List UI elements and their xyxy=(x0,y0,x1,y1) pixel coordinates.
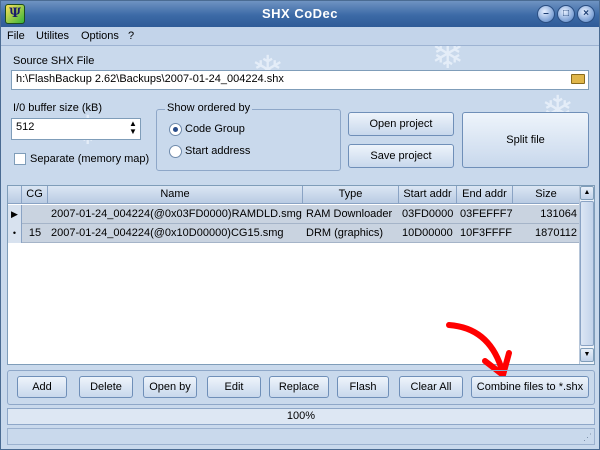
cell-cg: 15 xyxy=(28,227,42,239)
buffer-size-label: I/0 buffer size (kB) xyxy=(13,102,103,114)
buffer-size-spinner[interactable]: 512 ▲ ▼ xyxy=(11,118,141,140)
window-title: SHX CoDec xyxy=(261,6,339,21)
menu-bar: File Utilites Options ? xyxy=(1,27,599,46)
menu-utilites[interactable]: Utilites xyxy=(36,30,69,42)
buffer-size-value: 512 xyxy=(16,121,35,133)
radio-start-address-label: Start address xyxy=(185,145,251,157)
maximize-icon: □ xyxy=(562,8,570,19)
header-size[interactable]: Size xyxy=(513,186,580,204)
main-window: ❄ ❄ ❄ ❄ Ψ SHX CoDec – □ × File Utilites … xyxy=(0,0,600,450)
cell-size: 1870112 xyxy=(534,227,577,239)
row-marker-icon: • xyxy=(8,224,22,243)
flash-button[interactable]: Flash xyxy=(337,376,389,398)
cell-cg xyxy=(22,205,48,224)
edit-button[interactable]: Edit xyxy=(207,376,261,398)
header-indicator xyxy=(8,186,22,204)
radio-start-address[interactable] xyxy=(169,145,182,158)
scroll-thumb[interactable] xyxy=(580,201,594,346)
vertical-scrollbar[interactable]: ▲ ▼ xyxy=(579,186,594,364)
cell-start-addr: 10D00000 xyxy=(402,227,453,239)
radio-code-group-label: Code Group xyxy=(185,123,245,135)
cell-size: 131064 xyxy=(540,208,577,220)
source-file-path: h:\FlashBackup 2.62\Backups\2007-01-24_0… xyxy=(16,73,284,85)
header-type[interactable]: Type xyxy=(303,186,399,204)
resize-grip-icon[interactable]: ⋰ xyxy=(583,432,592,443)
source-file-input[interactable]: h:\FlashBackup 2.62\Backups\2007-01-24_0… xyxy=(11,70,589,90)
order-group-caption: Show ordered by xyxy=(165,102,253,114)
scroll-down-icon[interactable]: ▼ xyxy=(580,348,594,362)
cell-type: DRM (graphics) xyxy=(306,227,384,239)
source-file-label: Source SHX File xyxy=(13,55,95,67)
menu-options[interactable]: Options xyxy=(81,30,119,42)
close-icon: × xyxy=(583,8,589,19)
order-groupbox xyxy=(156,109,341,171)
separate-checkbox[interactable] xyxy=(14,153,26,165)
cell-name: 2007-01-24_004224(@0x10D00000)CG15.smg xyxy=(51,227,284,239)
header-end-addr[interactable]: End addr xyxy=(457,186,513,204)
table-row[interactable]: ▶ 2007-01-24_004224(@0x03FD0000)RAMDLD.s… xyxy=(8,205,580,224)
menu-file[interactable]: File xyxy=(7,30,25,42)
cell-end-addr: 10F3FFFF xyxy=(460,227,512,239)
clear-all-button[interactable]: Clear All xyxy=(399,376,463,398)
delete-button[interactable]: Delete xyxy=(79,376,133,398)
title-bar[interactable]: Ψ SHX CoDec – □ × xyxy=(1,1,599,27)
open-project-button[interactable]: Open project xyxy=(348,112,454,136)
split-file-button[interactable]: Split file xyxy=(462,112,589,168)
table-header: CG Name Type Start addr End addr Size xyxy=(8,186,580,204)
radio-code-group[interactable] xyxy=(169,123,182,136)
status-bar: ⋰ xyxy=(7,428,595,445)
save-project-button[interactable]: Save project xyxy=(348,144,454,168)
close-button[interactable]: × xyxy=(577,5,595,23)
table-row[interactable]: • 15 2007-01-24_004224(@0x10D00000)CG15.… xyxy=(8,224,580,243)
maximize-button[interactable]: □ xyxy=(557,5,575,23)
cell-type: RAM Downloader xyxy=(306,208,393,220)
separate-label: Separate (memory map) xyxy=(30,153,150,165)
replace-button[interactable]: Replace xyxy=(269,376,329,398)
scroll-up-icon[interactable]: ▲ xyxy=(580,186,594,200)
cell-name: 2007-01-24_004224(@0x03FD0000)RAMDLD.smg xyxy=(51,208,302,220)
minimize-button[interactable]: – xyxy=(537,5,555,23)
header-start-addr[interactable]: Start addr xyxy=(399,186,457,204)
spinner-arrows-icon[interactable]: ▲ ▼ xyxy=(128,120,138,138)
menu-help[interactable]: ? xyxy=(128,30,134,42)
progress-bar: 100% xyxy=(7,408,595,425)
cell-end-addr: 03FEFFF7 xyxy=(460,208,513,220)
minimize-icon: – xyxy=(543,8,549,19)
header-name[interactable]: Name xyxy=(48,186,303,204)
combine-files-button[interactable]: Combine files to *.shx xyxy=(471,376,589,398)
open-by-button[interactable]: Open by xyxy=(143,376,197,398)
folder-open-icon[interactable] xyxy=(571,74,585,84)
row-pointer-icon: ▶ xyxy=(8,205,22,224)
add-button[interactable]: Add xyxy=(17,376,67,398)
header-cg[interactable]: CG xyxy=(22,186,48,204)
cell-start-addr: 03FD0000 xyxy=(402,208,454,220)
